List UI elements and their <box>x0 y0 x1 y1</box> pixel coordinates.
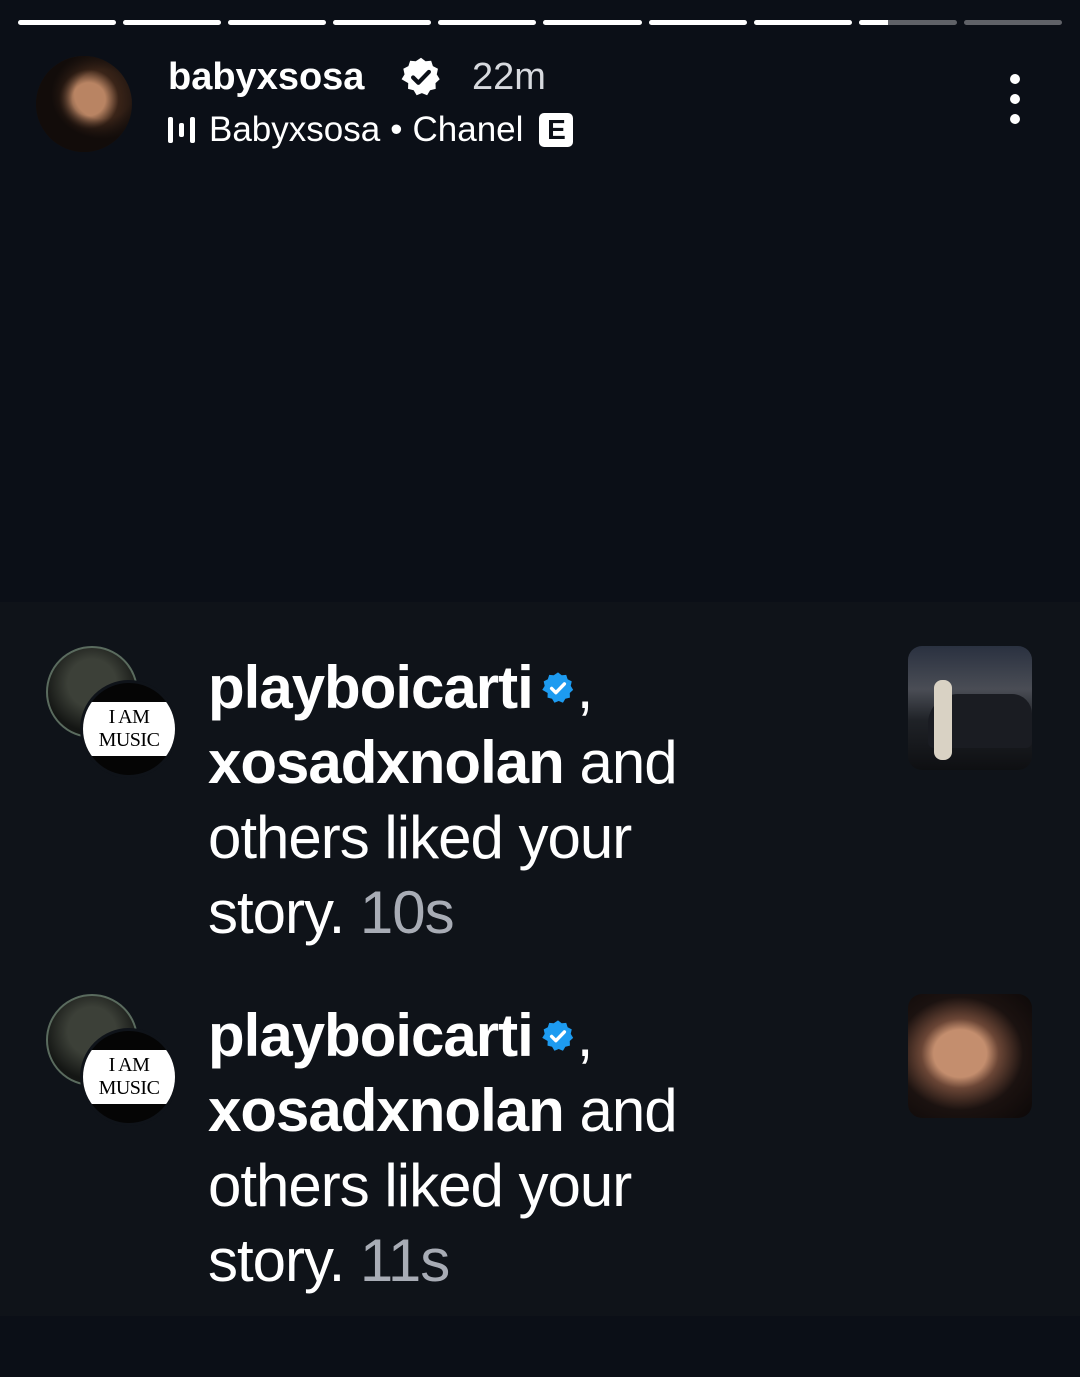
notification-item[interactable]: I AM MUSIC playboicarti, xosadxnolan and… <box>0 988 1080 1308</box>
progress-segment <box>333 20 432 25</box>
progress-fill <box>753 20 852 25</box>
comma: , <box>576 1002 594 1069</box>
avatar-front: I AM MUSIC <box>80 680 178 778</box>
user1-link[interactable]: playboicarti <box>208 1002 534 1069</box>
progress-segment <box>858 20 957 25</box>
progress-fill <box>123 20 222 25</box>
stacked-avatars: I AM MUSIC <box>46 646 178 778</box>
progress-fill <box>543 20 642 25</box>
notification-text: playboicarti, xosadxnolan and others lik… <box>208 650 748 950</box>
avatar-badge-text: I AM MUSIC <box>83 702 175 756</box>
story-thumbnail[interactable] <box>908 646 1032 770</box>
progress-segment <box>753 20 852 25</box>
progress-fill <box>438 20 537 25</box>
progress-segment <box>963 20 1062 25</box>
story-thumbnail[interactable] <box>908 994 1032 1118</box>
user2-link[interactable]: xosadxnolan <box>208 729 565 796</box>
progress-segment <box>438 20 537 25</box>
comma: , <box>576 654 594 721</box>
story-progress-bar <box>18 20 1062 26</box>
explicit-badge: E <box>539 113 574 147</box>
stacked-avatars: I AM MUSIC <box>46 994 178 1126</box>
progress-fill <box>858 20 889 25</box>
music-separator: • <box>390 110 403 149</box>
notification-item[interactable]: I AM MUSIC playboicarti, xosadxnolan and… <box>0 640 1080 960</box>
notification-time: 11s <box>359 1227 450 1294</box>
username[interactable]: babyxsosa <box>168 56 364 99</box>
music-sticker[interactable]: Babyxsosa • Chanel E <box>168 110 574 150</box>
story-header: babyxsosa 22m Babyxsosa • Chanel E <box>36 52 1044 152</box>
progress-fill <box>333 20 432 25</box>
progress-segment <box>228 20 327 25</box>
progress-fill <box>228 20 327 25</box>
progress-segment <box>123 20 222 25</box>
avatar-front: I AM MUSIC <box>80 1028 178 1126</box>
avatar-badge-text: I AM MUSIC <box>83 1050 175 1104</box>
progress-segment <box>18 20 117 25</box>
verified-badge-icon <box>401 57 440 96</box>
post-time: 22m <box>472 56 546 98</box>
notification-text: playboicarti, xosadxnolan and others lik… <box>208 998 748 1298</box>
more-options-icon[interactable] <box>1010 74 1022 124</box>
audio-bars-icon <box>168 117 195 143</box>
progress-fill <box>648 20 747 25</box>
verified-badge-icon <box>542 672 573 703</box>
progress-segment <box>543 20 642 25</box>
profile-avatar[interactable] <box>36 56 132 152</box>
music-song: Chanel <box>412 110 524 149</box>
verified-badge-icon <box>542 1020 573 1051</box>
user2-link[interactable]: xosadxnolan <box>208 1077 565 1144</box>
progress-fill <box>18 20 117 25</box>
user1-link[interactable]: playboicarti <box>208 654 534 721</box>
music-artist: Babyxsosa <box>209 110 381 149</box>
progress-segment <box>648 20 747 25</box>
notification-time: 10s <box>359 879 455 946</box>
